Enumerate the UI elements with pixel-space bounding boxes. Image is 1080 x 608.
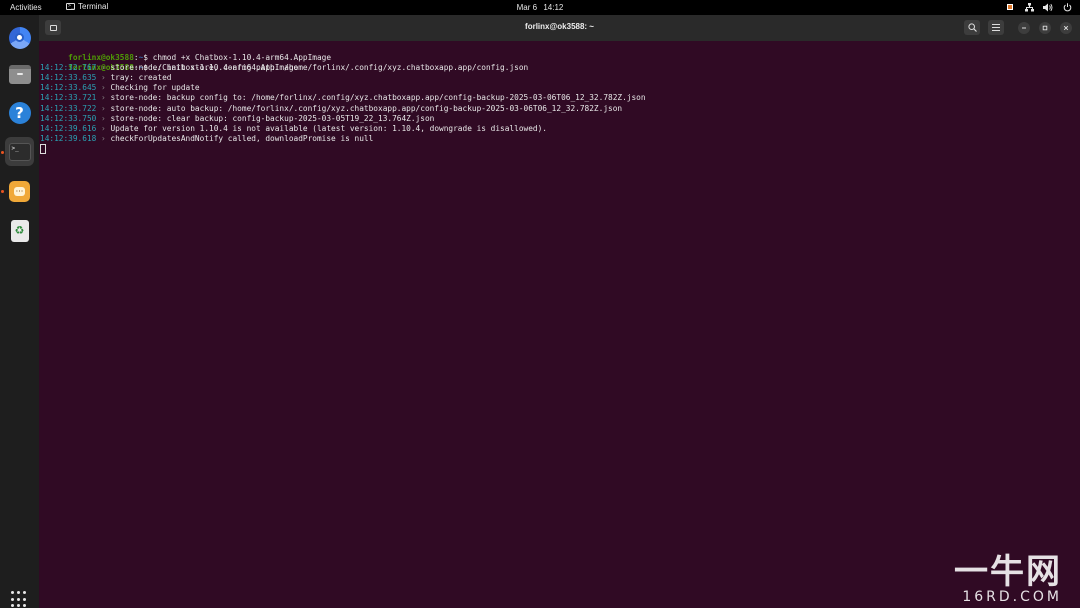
log-arrow: › [96,83,111,93]
date-label: Mar 6 [516,3,538,12]
dock-item-help[interactable]: ? [5,98,34,127]
window-title: forlinx@ok3588: ~ [525,22,594,31]
site-watermark: 一牛网 16RD.COM [954,554,1062,604]
dock-item-terminal[interactable]: >_ [5,137,34,166]
log-line: 14:12:33.721 › store-node: backup config… [40,93,1080,103]
log-line: 14:12:39.616 › Update for version 1.10.4… [40,124,1080,134]
screen-record-icon[interactable] [1005,2,1015,12]
log-timestamp: 14:12:33.722 [40,103,97,113]
log-arrow: › [96,123,111,133]
log-arrow: › [96,73,111,83]
top-bar: Activities >_ Terminal Mar 6 14:12 [0,0,1080,15]
cursor-line [40,143,1080,154]
log-arrow: › [96,63,111,73]
menu-icon[interactable] [988,20,1004,35]
title-bar[interactable]: forlinx@ok3588: ~ [39,15,1080,41]
log-message: tray: created [110,73,172,83]
watermark-domain: 16RD.COM [962,589,1062,605]
log-timestamp: 14:12:33.635 [40,73,97,83]
log-line: 14:12:32.767 › store-node: init store, c… [40,63,1080,73]
log-line: 14:12:39.618 › checkForUpdatesAndNotify … [40,134,1080,144]
prompt-symbol: $ [143,53,153,63]
log-message: checkForUpdatesAndNotify called, downloa… [110,133,374,143]
running-indicator [1,151,4,154]
log-arrow: › [96,93,111,103]
system-tray[interactable] [1005,2,1072,12]
terminal-window: forlinx@ok3588: ~ forlinx@ok3588:~$ chmo… [39,15,1080,608]
log-timestamp: 14:12:39.618 [40,133,97,143]
log-arrow: › [96,133,111,143]
dock-item-chromium[interactable] [5,23,34,52]
log-message: store-node: backup config to: /home/forl… [110,93,646,103]
minimize-icon[interactable] [1018,22,1030,34]
log-arrow: › [96,103,111,113]
running-indicator [1,190,4,193]
log-message: Update for version 1.10.4 is not availab… [110,123,547,133]
log-timestamp: 14:12:33.750 [40,113,97,123]
log-message: store-node: clear backup: config-backup-… [110,113,435,123]
dock-item-chatbox[interactable] [5,177,34,206]
log-message: store-node: auto backup: /home/forlinx/.… [110,103,623,113]
help-icon: ? [8,101,31,124]
maximize-icon[interactable] [1039,22,1051,34]
log-message: Checking for update [110,83,200,93]
search-icon[interactable] [964,20,980,35]
network-icon[interactable] [1024,2,1034,12]
log-line: 14:12:33.645 › Checking for update [40,83,1080,93]
prompt-line: forlinx@ok3588:~$ chmod +x Chatbox-1.10.… [40,43,1080,62]
watermark-logo: 一牛网 [954,552,1062,592]
terminal-cursor [40,143,46,154]
terminal-icon: >_ [8,142,31,161]
volume-icon[interactable] [1043,2,1053,12]
dock-item-trash[interactable]: ♻ [5,216,34,245]
log-timestamp: 14:12:32.767 [40,63,97,73]
log-timestamp: 14:12:39.616 [40,123,97,133]
log-timestamp: 14:12:33.721 [40,93,97,103]
apps-grid-icon[interactable] [11,591,28,608]
terminal-output[interactable]: forlinx@ok3588:~$ chmod +x Chatbox-1.10.… [39,41,1080,608]
log-message: store-node: init store, config path: /ho… [110,63,529,73]
log-line: 14:12:33.722 › store-node: auto backup: … [40,104,1080,114]
chatbox-icon [9,181,30,202]
date-time[interactable]: Mar 6 14:12 [0,3,1080,12]
command-text: chmod +x Chatbox-1.10.4-arm64.AppImage [152,53,332,63]
log-arrow: › [96,113,111,123]
log-line: 14:12:33.635 › tray: created [40,73,1080,83]
files-icon [8,65,31,84]
time-label: 14:12 [543,3,564,12]
close-icon[interactable] [1060,22,1072,34]
log-timestamp: 14:12:33.645 [40,83,97,93]
power-icon[interactable] [1062,2,1072,12]
dock: ? >_ ♻ [0,15,39,608]
log-line: 14:12:33.750 › store-node: clear backup:… [40,114,1080,124]
prompt-user: forlinx@ok3588 [68,53,134,63]
dock-item-files[interactable] [5,60,34,89]
trash-icon: ♻ [10,219,29,242]
chromium-icon [8,26,31,49]
